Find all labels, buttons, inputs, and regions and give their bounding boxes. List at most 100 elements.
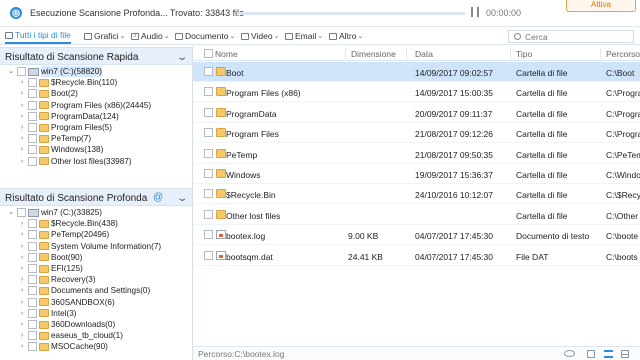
tree-folder-node[interactable]: › Recovery(3) [18, 274, 96, 285]
row-checkbox[interactable] [204, 189, 213, 199]
table-row[interactable]: bootsqm.dat 24.41 KB 04/07/2017 17:45:30 Fi… [193, 246, 640, 266]
row-checkbox[interactable] [204, 209, 213, 219]
tab-other[interactable]: Altro ⌄ [329, 29, 363, 44]
tree-folder-node[interactable]: › Other lost files(33987) [18, 156, 132, 167]
row-checkbox[interactable] [204, 87, 213, 97]
tree-folder-node[interactable]: › PeTemp(7) [18, 133, 91, 144]
tree-checkbox[interactable] [28, 219, 37, 229]
table-row[interactable]: Boot 14/09/2017 09:02:57 Cartella di file C… [193, 62, 640, 82]
chevron-right-icon[interactable]: › [18, 156, 26, 167]
tree-checkbox[interactable] [28, 230, 37, 240]
tab-email[interactable]: Email ⌄ [285, 29, 323, 44]
tree-folder-node[interactable]: › $Recycle.Bin(110) [18, 77, 117, 88]
tree-checkbox[interactable] [28, 275, 37, 285]
tree-drive-node[interactable]: ⌄ win7 (C:)(58820) [7, 66, 102, 77]
row-checkbox[interactable] [204, 128, 213, 138]
chevron-right-icon[interactable]: › [18, 274, 26, 285]
chevron-right-icon[interactable]: › [18, 341, 26, 352]
activate-button[interactable]: Attiva [566, 0, 636, 12]
chevron-right-icon[interactable]: › [18, 100, 26, 111]
tree-checkbox[interactable] [28, 308, 37, 318]
tree-folder-node[interactable]: › PeTemp(20496) [18, 229, 109, 240]
chevron-right-icon[interactable]: › [18, 218, 26, 229]
row-checkbox[interactable] [204, 107, 213, 117]
tree-checkbox[interactable] [28, 342, 37, 352]
column-size[interactable]: Dimensione [351, 49, 396, 59]
tree-folder-node[interactable]: › ProgramData(124) [18, 111, 119, 122]
column-path[interactable]: Percorso [606, 49, 640, 59]
quick-scan-header[interactable]: Risultato di Scansione Rapida ⌄ [0, 47, 192, 65]
tree-checkbox[interactable] [28, 241, 37, 251]
chevron-right-icon[interactable]: › [18, 263, 26, 274]
tree-folder-node[interactable]: › MSOCache(90) [18, 341, 108, 352]
tree-folder-node[interactable]: › Program Files (x86)(24445) [18, 100, 151, 111]
tree-folder-node[interactable]: › EFI(125) [18, 263, 83, 274]
table-row[interactable]: Program Files (x86) 14/09/2017 15:00:35 Ca… [193, 82, 640, 103]
row-checkbox[interactable] [204, 67, 213, 76]
thumbnail-view-icon[interactable] [587, 350, 595, 358]
tree-folder-node[interactable]: › Intel(3) [18, 308, 76, 319]
tree-folder-node[interactable]: › 360SANDBOX(6) [18, 297, 115, 308]
chevron-right-icon[interactable]: › [18, 252, 26, 263]
preview-eye-icon[interactable] [564, 350, 575, 357]
tree-checkbox[interactable] [28, 156, 37, 166]
table-row[interactable]: bootex.log 9.00 KB 04/07/2017 17:45:30 Docu… [193, 225, 640, 246]
row-checkbox[interactable] [204, 169, 213, 178]
detail-view-icon[interactable] [621, 350, 629, 358]
tree-folder-node[interactable]: › Boot(2) [18, 88, 78, 99]
tree-checkbox[interactable] [28, 78, 37, 88]
tree-folder-node[interactable]: › $Recycle.Bin(438) [18, 218, 118, 229]
chevron-right-icon[interactable]: › [18, 122, 26, 133]
chevron-right-icon[interactable]: › [18, 330, 26, 341]
tree-folder-node[interactable]: › easeus_tb_cloud(1) [18, 330, 123, 341]
chevron-right-icon[interactable]: › [18, 241, 26, 252]
search-input[interactable] [525, 31, 625, 42]
chevron-down-icon[interactable]: ⌄ [7, 207, 15, 218]
search-box[interactable] [508, 30, 634, 43]
tree-checkbox[interactable] [28, 297, 37, 307]
column-date[interactable]: Data [415, 49, 433, 59]
select-all-checkbox[interactable] [204, 49, 213, 58]
deep-scan-header[interactable]: Risultato di Scansione Profonda @ ⌄ [0, 188, 192, 206]
list-view-icon[interactable] [604, 350, 613, 358]
chevron-right-icon[interactable]: › [18, 319, 26, 330]
chevron-right-icon[interactable]: › [18, 297, 26, 308]
tree-checkbox[interactable] [28, 331, 37, 341]
tab-audio[interactable]: ♪ Audio ⌄ [131, 29, 170, 44]
tree-folder-node[interactable]: › 360Downloads(0) [18, 319, 115, 330]
tree-checkbox[interactable] [28, 100, 37, 110]
tree-checkbox[interactable] [28, 252, 37, 262]
tree-checkbox[interactable] [28, 89, 37, 99]
column-type[interactable]: Tipo [516, 49, 532, 59]
chevron-down-icon[interactable]: ⌄ [176, 52, 188, 63]
tab-video[interactable]: Video ⌄ [241, 29, 279, 44]
table-row[interactable]: $Recycle.Bin 24/10/2016 10:12:07 Cartella … [193, 184, 640, 205]
row-checkbox[interactable] [204, 148, 213, 158]
tree-checkbox[interactable] [28, 145, 37, 155]
chevron-right-icon[interactable]: › [18, 144, 26, 155]
tree-folder-node[interactable]: › Program Files(5) [18, 122, 112, 133]
tree-folder-node[interactable]: › Documents and Settings(0) [18, 285, 150, 296]
chevron-right-icon[interactable]: › [18, 308, 26, 319]
tab-all-files[interactable]: Tutti i tipi di file [5, 29, 71, 44]
chevron-right-icon[interactable]: › [18, 88, 26, 99]
tree-checkbox[interactable] [28, 264, 37, 273]
chevron-right-icon[interactable]: › [18, 111, 26, 122]
chevron-right-icon[interactable]: › [18, 285, 26, 296]
tree-folder-node[interactable]: › System Volume Information(7) [18, 241, 161, 252]
column-name[interactable]: Nome [215, 49, 238, 59]
tab-document[interactable]: Documento ⌄ [175, 29, 235, 44]
tree-checkbox[interactable] [28, 320, 37, 329]
tab-graphics[interactable]: Grafici ⌄ [84, 29, 125, 44]
chevron-right-icon[interactable]: › [18, 77, 26, 88]
table-row[interactable]: Windows 19/09/2017 15:36:37 Cartella di fi… [193, 164, 640, 184]
tree-checkbox[interactable] [28, 123, 37, 132]
chevron-right-icon[interactable]: › [18, 229, 26, 240]
tree-checkbox[interactable] [28, 286, 37, 296]
tree-checkbox[interactable] [28, 111, 37, 121]
row-checkbox[interactable] [204, 250, 213, 260]
tree-checkbox[interactable] [17, 208, 26, 217]
chevron-right-icon[interactable]: › [18, 133, 26, 144]
tree-checkbox[interactable] [17, 67, 26, 76]
table-row[interactable]: PeTemp 21/08/2017 09:50:35 Cartella di fil… [193, 144, 640, 164]
